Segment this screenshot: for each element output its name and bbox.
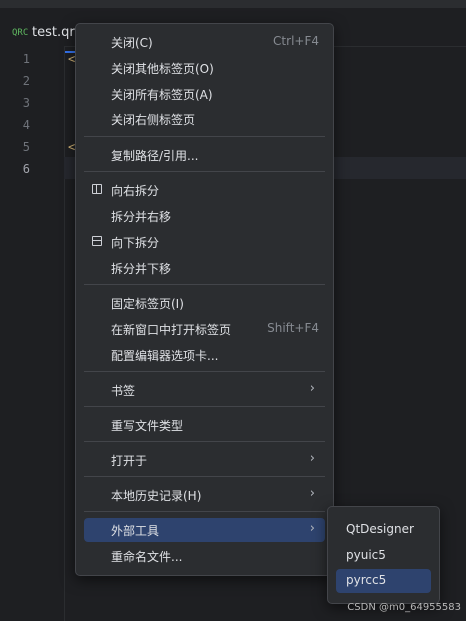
menu-separator	[84, 511, 325, 512]
submenu-item-qtdesigner[interactable]: QtDesigner	[336, 518, 431, 542]
menu-item-bookmarks[interactable]: 书签 ›	[84, 378, 325, 402]
menu-item-split-down[interactable]: 向下拆分	[84, 230, 325, 254]
menu-item-open-in-new-window[interactable]: 在新窗口中打开标签页 Shift+F4	[84, 317, 325, 341]
menu-item-close-right[interactable]: 关闭右侧标签页	[84, 107, 325, 131]
menu-item-label: 重命名文件...	[111, 550, 183, 564]
menu-item-close[interactable]: 关闭(C) Ctrl+F4	[84, 30, 325, 54]
menu-item-split-right[interactable]: 向右拆分	[84, 178, 325, 202]
shortcut-label: Shift+F4	[267, 321, 319, 335]
line-number: 1	[22, 52, 30, 66]
menu-item-close-all[interactable]: 关闭所有标签页(A)	[84, 82, 325, 106]
menu-item-label: 重写文件类型	[111, 419, 184, 433]
menu-item-split-move-right[interactable]: 拆分并右移	[84, 204, 325, 228]
menu-item-label: 外部工具	[111, 524, 160, 538]
chevron-right-icon: ›	[309, 381, 315, 396]
menu-item-label: 关闭右侧标签页	[111, 113, 196, 127]
menu-item-external-tools[interactable]: 外部工具 ›	[84, 518, 325, 542]
menu-item-label: 向右拆分	[111, 184, 160, 198]
menu-item-label: 复制路径/引用...	[111, 149, 199, 163]
menu-item-label: 拆分并下移	[111, 262, 172, 276]
submenu-item-pyrcc5[interactable]: pyrcc5	[336, 569, 431, 593]
menu-item-label: 固定标签页(I)	[111, 297, 184, 311]
menu-item-label: 本地历史记录(H)	[111, 489, 202, 503]
submenu-item-label: QtDesigner	[346, 522, 414, 536]
line-number: 2	[22, 74, 30, 88]
menu-item-pin-tab[interactable]: 固定标签页(I)	[84, 291, 325, 315]
menu-item-rename-file[interactable]: 重命名文件...	[84, 544, 325, 568]
menu-item-label: 打开于	[111, 454, 148, 468]
menu-item-split-move-down[interactable]: 拆分并下移	[84, 256, 325, 280]
menu-item-label: 配置编辑器选项卡...	[111, 349, 219, 363]
shortcut-label: Ctrl+F4	[273, 34, 319, 48]
submenu-item-label: pyrcc5	[346, 573, 387, 587]
menu-item-open-in[interactable]: 打开于 ›	[84, 448, 325, 472]
watermark-text: CSDN @m0_64955583	[347, 602, 461, 613]
chevron-right-icon: ›	[309, 521, 315, 536]
menu-item-label: 拆分并右移	[111, 210, 172, 224]
chevron-right-icon: ›	[309, 451, 315, 466]
submenu-item-label: pyuic5	[346, 548, 386, 562]
menu-item-label: 在新窗口中打开标签页	[111, 323, 232, 337]
menu-item-configure-tabs[interactable]: 配置编辑器选项卡...	[84, 343, 325, 367]
current-line-number: 6	[22, 162, 30, 176]
line-number-gutter: 1 2 3 4 5	[0, 46, 65, 621]
menu-item-close-others[interactable]: 关闭其他标签页(O)	[84, 56, 325, 80]
menu-item-label: 关闭(C)	[111, 36, 153, 50]
menu-separator	[84, 441, 325, 442]
menu-item-label: 关闭其他标签页(O)	[111, 62, 214, 76]
menu-separator	[84, 406, 325, 407]
submenu-item-pyuic5[interactable]: pyuic5	[336, 544, 431, 568]
line-number: 4	[22, 118, 30, 132]
menu-item-local-history[interactable]: 本地历史记录(H) ›	[84, 483, 325, 507]
menu-separator	[84, 371, 325, 372]
menu-item-label: 书签	[111, 384, 136, 398]
menu-separator	[84, 284, 325, 285]
qrc-file-icon: QRC	[12, 28, 29, 38]
line-number: 5	[22, 140, 30, 154]
split-horizontal-icon	[92, 236, 102, 246]
line-number: 3	[22, 96, 30, 110]
external-tools-submenu: QtDesigner pyuic5 pyrcc5	[327, 506, 440, 604]
menu-separator	[84, 476, 325, 477]
menu-separator	[84, 171, 325, 172]
menu-item-label: 向下拆分	[111, 236, 160, 250]
chevron-right-icon: ›	[309, 486, 315, 501]
tab-context-menu: 关闭(C) Ctrl+F4 关闭其他标签页(O) 关闭所有标签页(A) 关闭右侧…	[75, 23, 334, 576]
split-vertical-icon	[92, 184, 102, 194]
menu-item-label: 关闭所有标签页(A)	[111, 88, 213, 102]
top-toolbar-strip	[0, 0, 466, 8]
menu-item-override-file-type[interactable]: 重写文件类型	[84, 413, 325, 437]
menu-item-copy-path[interactable]: 复制路径/引用...	[84, 143, 325, 167]
menu-separator	[84, 136, 325, 137]
